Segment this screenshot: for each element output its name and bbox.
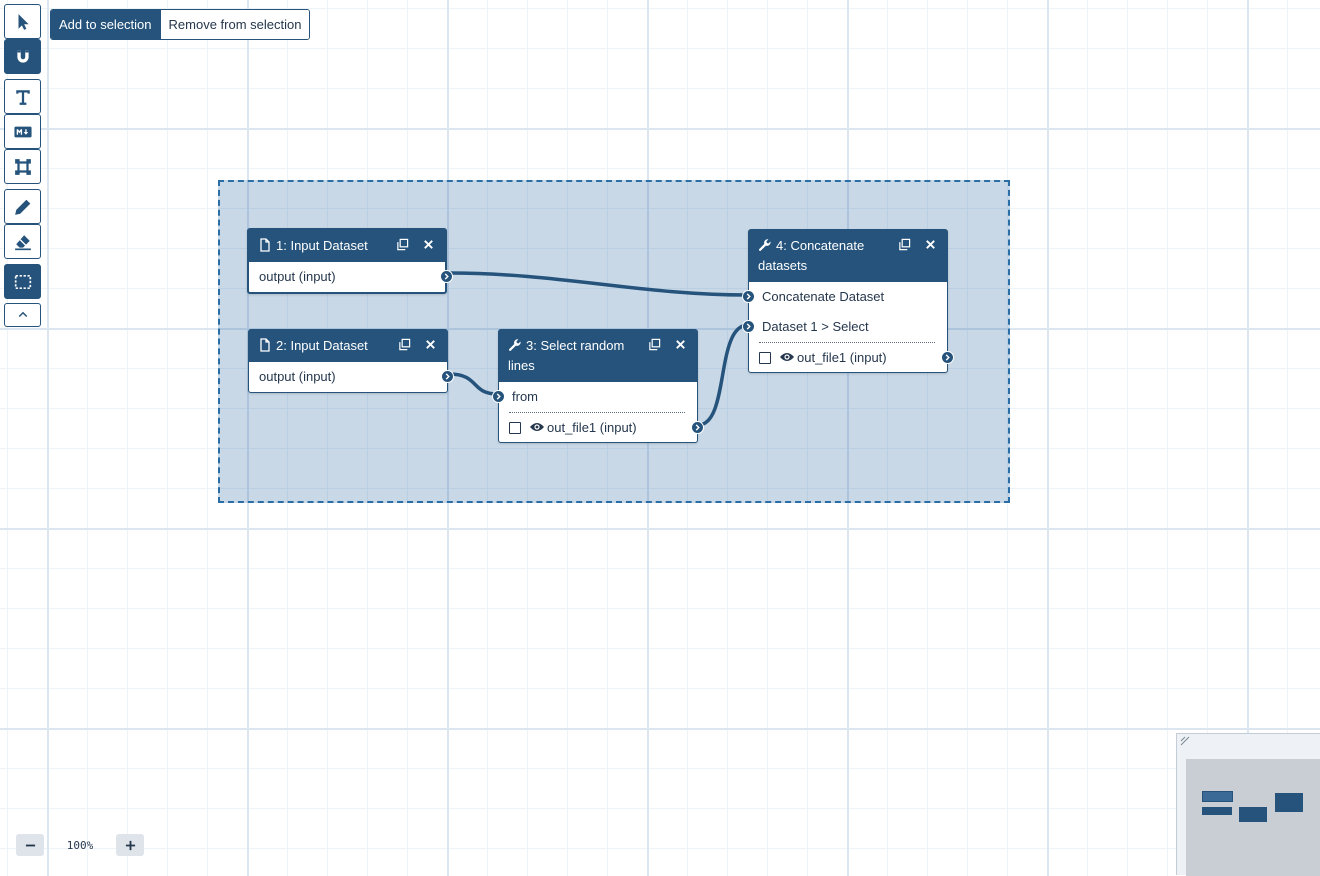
- output-terminal[interactable]: [691, 421, 704, 434]
- close-icon: [423, 239, 433, 249]
- node-header[interactable]: 2: Input Dataset: [249, 330, 447, 362]
- wrench-icon: [508, 339, 521, 351]
- input-label: from: [512, 389, 538, 404]
- input-terminal[interactable]: [742, 290, 755, 303]
- minimap-viewport[interactable]: [1186, 759, 1320, 876]
- minimap-node: [1239, 807, 1267, 822]
- chevron-right-icon: [746, 323, 751, 330]
- workflow-node-1[interactable]: 1: Input Dataset output (input): [247, 228, 453, 294]
- clone-node-button[interactable]: [897, 237, 911, 251]
- chevron-right-icon: [695, 424, 700, 431]
- input-terminal[interactable]: [742, 320, 755, 333]
- markdown-tool-button[interactable]: [4, 114, 41, 149]
- box-select-tool-button[interactable]: [4, 264, 41, 299]
- text-icon: [15, 89, 30, 105]
- copy-icon: [898, 238, 910, 250]
- close-icon: [925, 239, 935, 249]
- minimap[interactable]: [1176, 733, 1320, 876]
- file-icon: [260, 338, 270, 352]
- eraser-icon: [14, 234, 31, 250]
- node-header[interactable]: 1: Input Dataset: [249, 230, 445, 262]
- clone-node-button[interactable]: [397, 337, 411, 351]
- input-label: Concatenate Dataset: [762, 289, 885, 304]
- wrench-icon: [758, 239, 771, 251]
- file-icon: [260, 238, 270, 252]
- node-output-row: output (input): [259, 362, 454, 392]
- minimap-node: [1202, 807, 1232, 815]
- pencil-icon: [14, 199, 30, 215]
- minus-icon: [25, 844, 35, 846]
- input-terminal[interactable]: [492, 390, 505, 403]
- box-select-icon: [14, 274, 31, 289]
- node-title: 1: Input Dataset: [276, 238, 368, 253]
- minimap-node: [1275, 793, 1303, 812]
- output-terminal[interactable]: [440, 270, 453, 283]
- zoom-in-button[interactable]: [116, 834, 144, 856]
- snap-tool-button[interactable]: [4, 39, 41, 74]
- remove-from-selection-button[interactable]: Remove from selection: [159, 10, 310, 39]
- output-terminal[interactable]: [441, 370, 454, 383]
- zoom-control: 100%: [16, 834, 144, 856]
- node-title: 2: Input Dataset: [276, 338, 368, 353]
- add-to-selection-button[interactable]: Add to selection: [51, 10, 160, 39]
- output-label: out_file1 (input): [797, 350, 887, 365]
- workflow-output-checkbox[interactable]: [759, 352, 771, 364]
- chevron-right-icon: [496, 393, 501, 400]
- workflow-output-checkbox[interactable]: [509, 422, 521, 434]
- remove-node-button[interactable]: [421, 237, 435, 251]
- node-input-row: Dataset 1 > Select: [742, 312, 935, 342]
- collapse-toolbar-button[interactable]: [4, 303, 41, 327]
- remove-node-button[interactable]: [923, 237, 937, 251]
- remove-node-button[interactable]: [673, 337, 687, 351]
- text-tool-button[interactable]: [4, 79, 41, 114]
- chevron-right-icon: [746, 293, 751, 300]
- node-header[interactable]: 3: Select random lines: [499, 330, 697, 382]
- minimap-node: [1201, 790, 1234, 803]
- node-input-row: Concatenate Dataset: [742, 282, 935, 312]
- chevron-right-icon: [444, 273, 449, 280]
- clone-node-button[interactable]: [647, 337, 661, 351]
- workflow-node-3[interactable]: 3: Select random lines from out_file1 (i…: [492, 329, 704, 443]
- chevron-right-icon: [945, 354, 950, 361]
- node-title: 3: Select random lines: [508, 338, 625, 373]
- output-label: output (input): [259, 269, 336, 284]
- node-input-row: from: [492, 382, 685, 412]
- node-output-row: out_file1 (input): [509, 412, 704, 442]
- output-label: out_file1 (input): [547, 420, 637, 435]
- chevron-up-icon: [18, 311, 27, 318]
- chevron-right-icon: [445, 373, 450, 380]
- frame-tool-button[interactable]: [4, 149, 41, 184]
- close-icon: [675, 339, 685, 349]
- copy-icon: [648, 338, 660, 350]
- plus-icon: [125, 840, 135, 850]
- node-title: 4: Concatenate datasets: [758, 238, 865, 273]
- remove-node-button[interactable]: [423, 337, 437, 351]
- eye-icon[interactable]: [529, 421, 545, 433]
- freehand-tool-button[interactable]: [4, 189, 41, 224]
- close-icon: [425, 339, 435, 349]
- pointer-icon: [18, 13, 29, 30]
- workflow-node-4[interactable]: 4: Concatenate datasets Concatenate Data…: [742, 229, 954, 373]
- clone-node-button[interactable]: [395, 237, 409, 251]
- resize-handle-icon[interactable]: [1180, 736, 1190, 746]
- eye-icon[interactable]: [779, 351, 795, 363]
- selection-mode-group: Add to selection Remove from selection: [50, 9, 311, 40]
- workflow-node-2[interactable]: 2: Input Dataset output (input): [248, 329, 454, 393]
- zoom-out-button[interactable]: [16, 834, 44, 856]
- node-output-row: output (input): [259, 262, 453, 292]
- eraser-tool-button[interactable]: [4, 224, 41, 259]
- markdown-icon: [13, 126, 32, 137]
- pointer-tool-button[interactable]: [4, 4, 41, 39]
- copy-icon: [396, 238, 408, 250]
- output-label: output (input): [259, 369, 336, 384]
- node-output-row: out_file1 (input): [759, 342, 954, 372]
- frame-icon: [14, 158, 31, 175]
- output-terminal[interactable]: [941, 351, 954, 364]
- node-header[interactable]: 4: Concatenate datasets: [749, 230, 947, 282]
- magnet-icon: [16, 49, 29, 63]
- input-label: Dataset 1 > Select: [762, 319, 869, 334]
- zoom-level[interactable]: 100%: [44, 839, 116, 852]
- copy-icon: [398, 338, 410, 350]
